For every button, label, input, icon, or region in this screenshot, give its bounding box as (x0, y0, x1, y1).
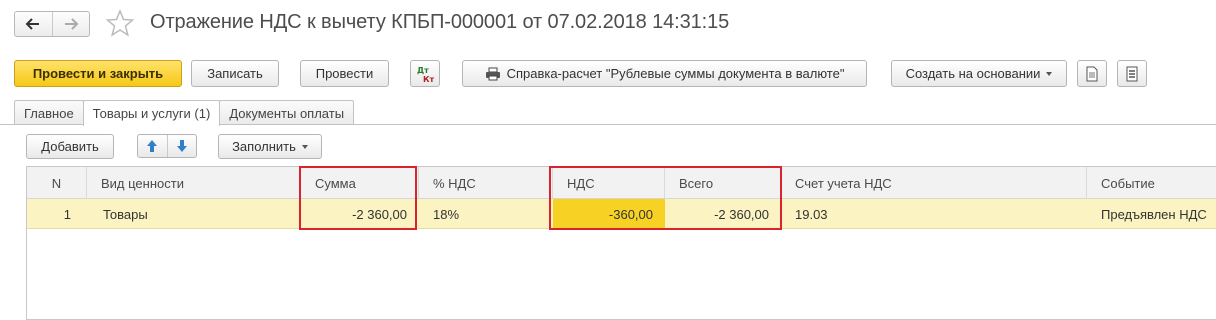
create-based-on-label: Создать на основании (905, 66, 1041, 81)
chevron-down-icon (1046, 71, 1053, 76)
goods-table: N Вид ценности Сумма % НДС НДС Всего Сче… (26, 166, 1216, 320)
cell-type[interactable]: Товары (87, 199, 301, 229)
tab-payment-documents[interactable]: Документы оплаты (219, 100, 355, 125)
tab-goods-and-services[interactable]: Товары и услуги (1) (82, 100, 221, 126)
arrow-up-icon (147, 140, 158, 152)
fill-label: Заполнить (232, 139, 296, 154)
fill-button[interactable]: Заполнить (218, 134, 322, 159)
arrow-left-icon (25, 18, 40, 30)
column-header-vat[interactable]: НДС (553, 167, 665, 199)
command-bar: Провести и закрыть Записать Провести Дт … (0, 60, 1216, 90)
printer-icon (485, 67, 500, 80)
forward-button[interactable] (51, 12, 90, 36)
post-and-close-button[interactable]: Провести и закрыть (14, 60, 182, 87)
report-button[interactable]: Справка-расчет "Рублевые суммы документа… (462, 60, 867, 87)
arrow-down-icon (176, 140, 187, 152)
chevron-down-icon (301, 144, 308, 149)
table-row[interactable]: 1 Товары -2 360,00 18% -360,00 -2 360,00… (27, 199, 1216, 229)
add-button[interactable]: Добавить (26, 134, 114, 159)
list-button[interactable] (1117, 60, 1147, 87)
svg-text:Кт: Кт (423, 75, 435, 84)
column-header-n[interactable]: N (27, 167, 87, 199)
column-header-account[interactable]: Счет учета НДС (781, 167, 1087, 199)
move-up-button[interactable] (138, 135, 167, 157)
dt-kt-button[interactable]: Дт Кт (410, 60, 440, 87)
dt-kt-icon: Дт Кт (417, 66, 435, 84)
column-header-sum[interactable]: Сумма (301, 167, 419, 199)
table-header: N Вид ценности Сумма % НДС НДС Всего Сче… (27, 167, 1216, 199)
column-header-type[interactable]: Вид ценности (87, 167, 301, 199)
column-header-total[interactable]: Всего (665, 167, 781, 199)
tab-main[interactable]: Главное (14, 100, 84, 125)
arrow-right-icon (64, 18, 79, 30)
history-nav (14, 11, 90, 37)
report-label: Справка-расчет "Рублевые суммы документа… (506, 66, 845, 81)
save-button[interactable]: Записать (191, 60, 279, 87)
cell-total[interactable]: -2 360,00 (665, 199, 781, 229)
cell-sum[interactable]: -2 360,00 (301, 199, 419, 229)
move-down-button[interactable] (166, 135, 197, 157)
document-icon (1086, 66, 1098, 81)
create-based-on-button[interactable]: Создать на основании (891, 60, 1067, 87)
document-title: Отражение НДС к вычету КПБП-000001 от 07… (150, 11, 730, 33)
star-icon[interactable] (106, 9, 134, 37)
list-icon (1126, 66, 1138, 81)
cell-account[interactable]: 19.03 (781, 199, 1087, 229)
tab-strip: Главное Товары и услуги (1) Документы оп… (14, 100, 355, 126)
cell-vat-rate[interactable]: 18% (419, 199, 553, 229)
column-header-event[interactable]: Событие (1087, 167, 1216, 199)
svg-text:Дт: Дт (417, 66, 429, 75)
back-button[interactable] (15, 12, 52, 36)
title-bar: Отражение НДС к вычету КПБП-000001 от 07… (0, 0, 1216, 52)
cell-event[interactable]: Предъявлен НДС (1087, 199, 1216, 229)
cell-vat[interactable]: -360,00 (553, 199, 665, 229)
column-header-vat-rate[interactable]: % НДС (419, 167, 553, 199)
post-button[interactable]: Провести (300, 60, 389, 87)
move-buttons (137, 134, 197, 158)
document-button[interactable] (1077, 60, 1107, 87)
table-command-bar: Добавить Заполнить (0, 132, 1216, 160)
cell-n[interactable]: 1 (27, 199, 87, 229)
